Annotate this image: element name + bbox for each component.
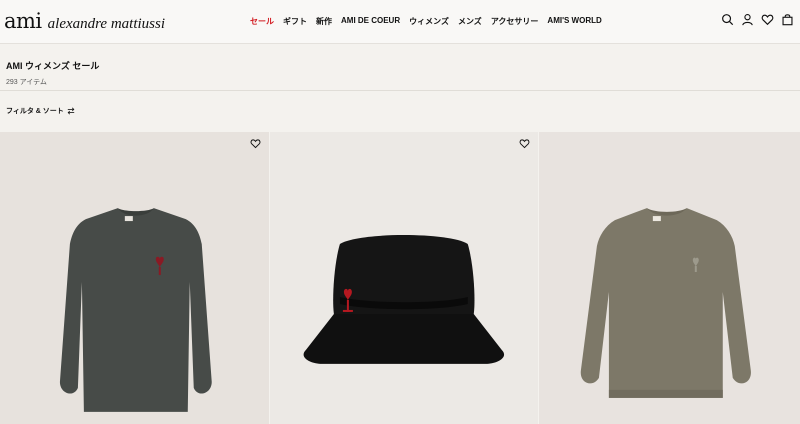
sort-icon	[67, 107, 75, 115]
logo-wordmark: ami	[4, 9, 42, 33]
site-header: ami alexandre mattiussi セール ギフト 新作 AMI D…	[0, 0, 800, 44]
product-card[interactable]	[539, 132, 800, 424]
nav-item-amis-world[interactable]: AMI'S WORLD	[547, 16, 601, 27]
product-grid	[0, 132, 800, 424]
product-image-sweatshirt[interactable]	[539, 132, 800, 424]
product-image-bucket-hat[interactable]	[270, 132, 539, 424]
nav-item-womens[interactable]: ウィメンズ	[409, 16, 449, 27]
filter-sort-label: フィルタ & ソート	[6, 108, 64, 115]
page-heading: AMI ウィメンズ セール 293 アイテム	[6, 59, 99, 87]
logo-subtitle: alexandre mattiussi	[47, 16, 166, 32]
nav-item-sale[interactable]: セール	[250, 16, 274, 27]
product-image-sweater[interactable]	[0, 132, 269, 424]
header-icons	[721, 13, 794, 26]
account-icon[interactable]	[741, 13, 754, 26]
divider	[0, 90, 800, 91]
search-icon[interactable]	[721, 13, 734, 26]
wishlist-heart-icon[interactable]	[519, 138, 530, 149]
nav-item-accessories[interactable]: アクセサリー	[491, 16, 539, 27]
nav-item-mens[interactable]: メンズ	[458, 16, 482, 27]
main-nav: セール ギフト 新作 AMI DE COEUR ウィメンズ メンズ アクセサリー…	[250, 16, 602, 27]
bag-icon[interactable]	[781, 13, 794, 26]
product-card[interactable]	[0, 132, 269, 424]
brand-logo[interactable]: ami alexandre mattiussi	[4, 9, 165, 33]
product-card[interactable]	[269, 132, 539, 424]
nav-item-ami-de-coeur[interactable]: AMI DE COEUR	[341, 16, 400, 27]
nav-item-gift[interactable]: ギフト	[283, 16, 307, 27]
wishlist-icon[interactable]	[761, 13, 774, 26]
page-title: AMI ウィメンズ セール	[6, 61, 100, 71]
wishlist-heart-icon[interactable]	[250, 138, 261, 149]
nav-item-new[interactable]: 新作	[316, 16, 332, 27]
filter-sort-button[interactable]: フィルタ & ソート	[6, 106, 75, 116]
item-count: 293 アイテム	[6, 79, 47, 86]
